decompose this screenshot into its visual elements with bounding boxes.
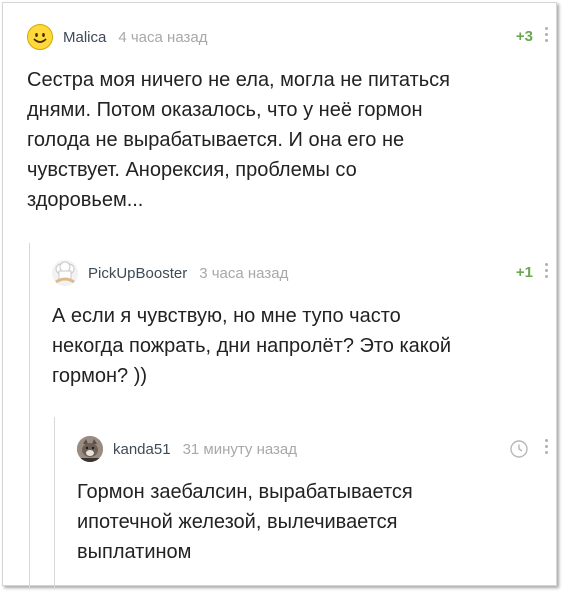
more-options-icon[interactable] xyxy=(543,27,549,42)
avatar[interactable] xyxy=(77,436,103,462)
comment-time[interactable]: 31 минуту назад xyxy=(183,441,297,458)
comment-header: Malica 4 часа назад +3 xyxy=(27,23,551,51)
comment-header: kanda51 31 минуту назад xyxy=(77,435,551,463)
chef-hat-icon xyxy=(52,260,78,286)
comment-rating: +3 xyxy=(515,28,533,45)
comment-time[interactable]: 4 часа назад xyxy=(118,29,207,46)
comment: Malica 4 часа назад +3 Сестра моя ничего… xyxy=(27,23,551,215)
author-name[interactable]: Malica xyxy=(63,29,106,46)
comments-panel: Malica 4 часа назад +3 Сестра моя ничего… xyxy=(2,2,557,589)
clock-icon[interactable] xyxy=(509,439,529,459)
author-name[interactable]: PickUpBooster xyxy=(88,265,187,282)
avatar[interactable] xyxy=(52,260,78,286)
more-options-icon[interactable] xyxy=(543,263,549,278)
avatar[interactable] xyxy=(27,24,53,50)
comment-text: Сестра моя ничего не ела, могла не питат… xyxy=(27,69,451,211)
comment-rating: +1 xyxy=(515,264,533,281)
cat-photo-icon xyxy=(77,436,103,462)
smiley-face-icon xyxy=(29,26,51,48)
comment-text: А если я чувствую, но мне тупо часто нек… xyxy=(52,305,452,387)
comment-text: Гормон заебалсин, вырабатывается ипотечн… xyxy=(77,481,413,563)
author-name[interactable]: kanda51 xyxy=(113,441,171,458)
comment-time[interactable]: 3 часа назад xyxy=(199,265,288,282)
thread-line[interactable] xyxy=(54,417,55,589)
comment: kanda51 31 минуту назад Гормон заебалсин… xyxy=(77,435,551,567)
more-options-icon[interactable] xyxy=(543,439,549,454)
comment: PickUpBooster 3 часа назад +1 А если я ч… xyxy=(52,259,551,391)
comment-header: PickUpBooster 3 часа назад +1 xyxy=(52,259,551,287)
thread-line[interactable] xyxy=(29,243,30,589)
